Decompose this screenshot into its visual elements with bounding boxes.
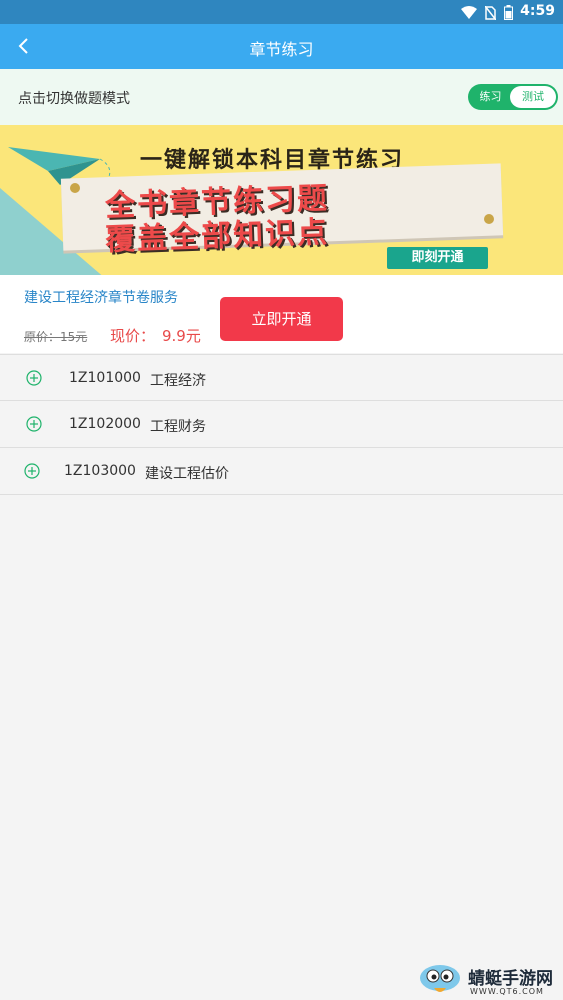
banner-line-2: 覆盖全部知识点 (104, 215, 330, 258)
site-watermark: 蜻蜓手游网 WWW.QT6.COM (416, 962, 563, 1000)
status-bar: 4:59 (0, 0, 563, 24)
chapter-row[interactable]: 1Z103000 建设工程估价 (0, 448, 563, 495)
current-price-label: 现价： (110, 327, 156, 345)
wifi-icon (461, 6, 477, 19)
watermark-url: WWW.QT6.COM (470, 987, 544, 996)
status-time: 4:59 (520, 3, 555, 19)
current-price: 9.9元 (162, 327, 201, 345)
buy-now-button[interactable]: 立即开通 (220, 297, 343, 341)
toggle-practice[interactable]: 练习 (468, 84, 513, 110)
battery-icon (504, 5, 513, 20)
chapter-code: 1Z101000 (69, 370, 141, 386)
chapter-title: 工程财务 (150, 419, 206, 435)
promo-banner[interactable]: 一键解锁本科目章节练习 全书章节练习题 覆盖全部知识点 即刻开通 (0, 125, 563, 275)
expand-plus-icon[interactable] (24, 463, 40, 479)
offer-card: 建设工程经济章节卷服务 原价：15元 现价： 9.9元 立即开通 (0, 275, 563, 353)
chapter-title: 建设工程估价 (145, 466, 229, 482)
chapter-row[interactable]: 1Z101000 工程经济 (0, 354, 563, 401)
board-pin (70, 183, 80, 193)
mode-toggle[interactable]: 练习 测试 (468, 84, 558, 110)
expand-plus-icon[interactable] (26, 416, 42, 432)
expand-plus-icon[interactable] (26, 370, 42, 386)
no-sim-icon (485, 5, 496, 20)
chapter-code: 1Z103000 (64, 463, 136, 479)
banner-cta-button[interactable]: 即刻开通 (387, 247, 488, 269)
status-icons (461, 5, 513, 20)
chapter-code: 1Z102000 (69, 416, 141, 432)
watermark-text: 蜻蜓手游网 (468, 969, 553, 989)
offer-name: 建设工程经济章节卷服务 (24, 290, 178, 306)
page-title: 章节练习 (249, 40, 314, 59)
chapter-title: 工程经济 (150, 373, 206, 389)
toggle-test[interactable]: 测试 (510, 86, 556, 108)
board-pin (484, 214, 494, 224)
original-price: 原价：15元 (24, 330, 88, 344)
dragonfly-logo-icon (420, 965, 460, 992)
mode-switch-label: 点击切换做题模式 (18, 91, 130, 107)
chapter-list: 1Z101000 工程经济 1Z102000 工程财务 1Z103000 建设工… (0, 354, 563, 495)
chapter-row[interactable]: 1Z102000 工程财务 (0, 401, 563, 448)
app-bar: 章节练习 (0, 24, 563, 69)
